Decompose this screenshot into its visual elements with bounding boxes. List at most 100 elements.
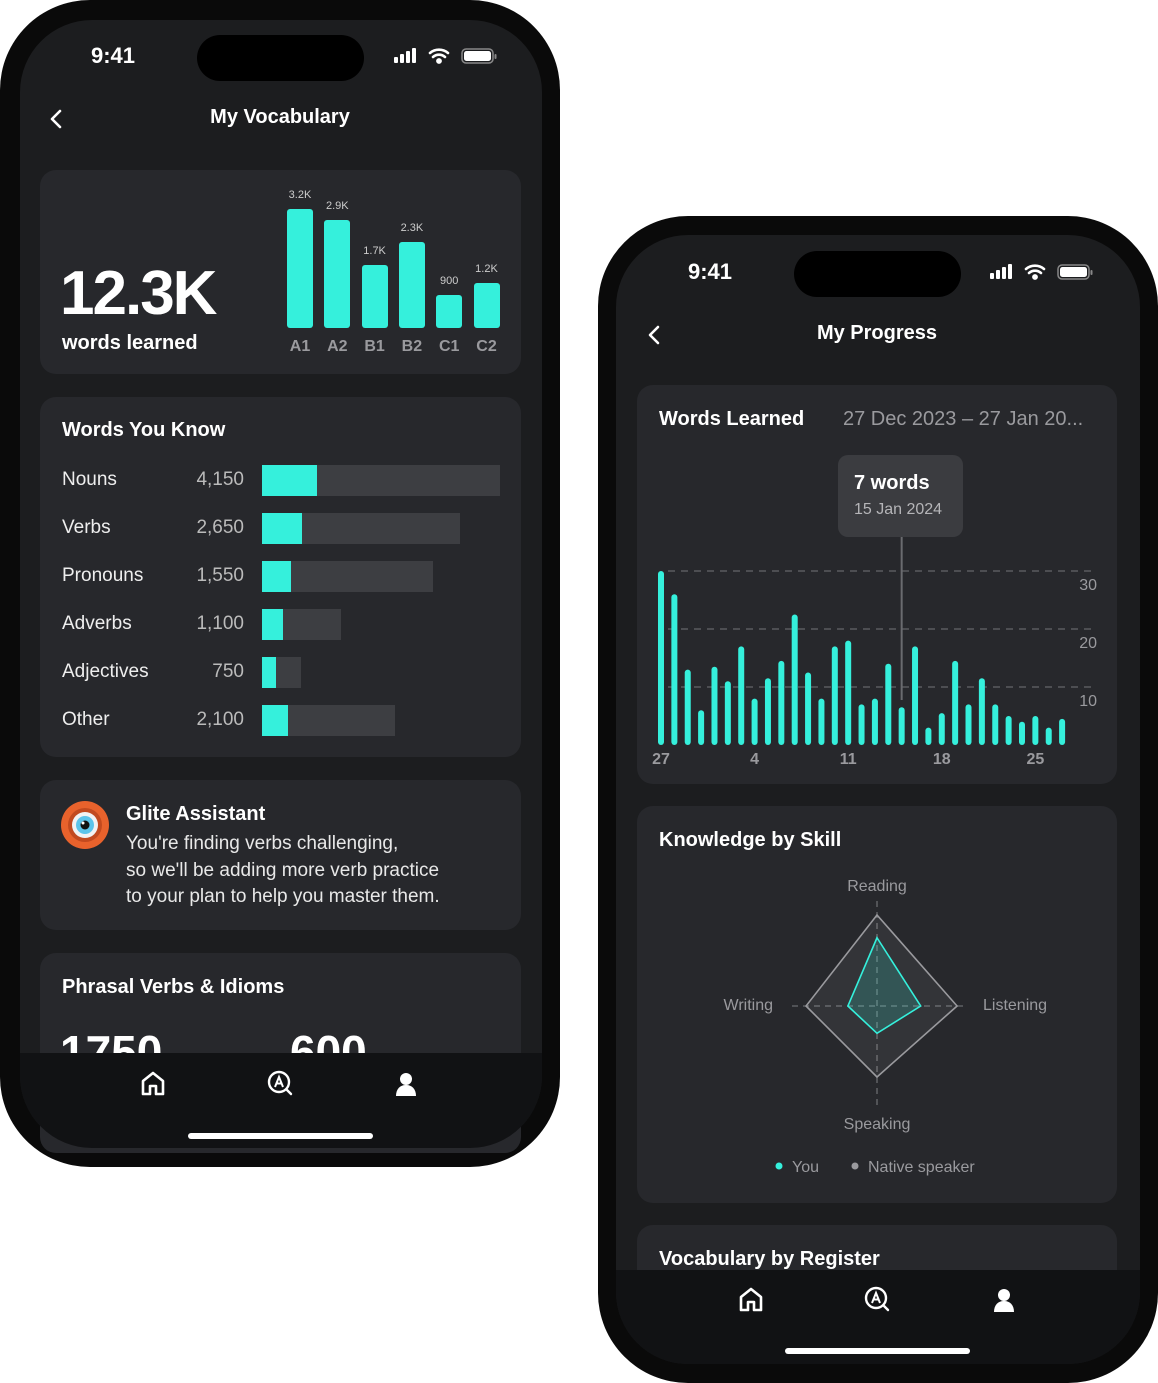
daily-bar[interactable] — [658, 571, 664, 745]
word-type-count: 1,550 — [196, 565, 244, 586]
daily-bar[interactable] — [778, 660, 785, 745]
status-time: 9:41 — [90, 43, 136, 68]
daily-bar[interactable] — [898, 707, 905, 745]
daily-bar[interactable] — [1059, 718, 1066, 745]
word-type-track — [262, 561, 434, 592]
search-letter-icon[interactable] — [266, 1070, 294, 1098]
level-bar-label: 1.7K — [363, 244, 386, 257]
chevron-left-icon[interactable] — [646, 324, 664, 346]
daily-bar[interactable] — [711, 666, 718, 745]
word-type-label: Adjectives — [62, 661, 149, 682]
status-time: 9:41 — [687, 259, 733, 284]
level-bar — [473, 283, 500, 328]
daily-bar[interactable] — [751, 698, 758, 745]
daily-bar[interactable] — [698, 710, 705, 745]
daily-bar[interactable] — [1045, 727, 1052, 745]
card-title: Vocabulary by Register — [659, 1248, 880, 1270]
page-title: My Vocabulary — [210, 106, 350, 128]
home-icon[interactable] — [737, 1286, 765, 1314]
word-type-label: Nouns — [62, 469, 117, 490]
legend-dot — [775, 1162, 783, 1170]
daily-bar[interactable] — [858, 704, 865, 745]
search-letter-icon[interactable] — [863, 1286, 891, 1314]
words-you-know-card: Words You Know Nouns 4,150 Verbs 2,650 Prono… — [40, 397, 521, 757]
radar-axis-label: Listening — [983, 997, 1047, 1014]
chevron-left-icon[interactable] — [48, 108, 66, 130]
message-line: You're finding verbs challenging, — [126, 833, 399, 854]
word-type-track — [262, 657, 302, 688]
wifi-icon — [1024, 264, 1046, 280]
level-bar — [398, 242, 425, 328]
word-type-fill — [262, 609, 284, 640]
battery-icon — [1057, 264, 1093, 280]
daily-bar[interactable] — [925, 727, 932, 745]
word-type-track — [262, 609, 341, 640]
battery-icon — [461, 48, 497, 64]
daily-bar[interactable] — [831, 646, 838, 745]
word-type-count: 2,100 — [196, 709, 244, 730]
level-bar-label: 2.9K — [325, 200, 349, 213]
daily-bar[interactable] — [805, 672, 812, 746]
home-indicator — [785, 1348, 970, 1354]
x-tick-label: 25 — [1026, 751, 1044, 768]
word-type-track — [262, 705, 396, 736]
word-type-row: Other 2,100 — [40, 705, 520, 737]
daily-bar[interactable] — [938, 713, 945, 745]
cellular-signal-icon — [394, 48, 416, 63]
tooltip-value: 7 words — [854, 472, 930, 494]
daily-bar[interactable] — [671, 594, 678, 745]
card-title: Phrasal Verbs & Idioms — [62, 976, 285, 998]
message-line: to your plan to help you master them. — [126, 886, 440, 907]
word-type-label: Adverbs — [62, 613, 132, 634]
daily-bar[interactable] — [791, 614, 798, 746]
dynamic-island — [794, 251, 961, 297]
assistant-message: You're finding verbs challenging, so we'… — [126, 831, 440, 911]
profile-icon[interactable] — [990, 1286, 1018, 1314]
word-type-fill — [262, 561, 291, 592]
level-bar-label: 900 — [440, 274, 459, 287]
daily-bar[interactable] — [992, 704, 999, 745]
word-type-row: Nouns 4,150 — [40, 465, 520, 497]
daily-bar[interactable] — [912, 646, 919, 745]
word-type-row: Adverbs 1,100 — [40, 609, 520, 641]
daily-bar[interactable] — [764, 678, 771, 745]
word-type-track — [262, 465, 500, 496]
home-indicator — [188, 1133, 373, 1139]
level-bar — [324, 220, 351, 328]
date-range[interactable]: 27 Dec 2023 – 27 Jan 20... — [843, 408, 1083, 431]
daily-bar[interactable] — [952, 660, 959, 745]
word-type-count: 2,650 — [196, 517, 244, 538]
daily-bar[interactable] — [885, 663, 892, 745]
profile-icon[interactable] — [392, 1070, 420, 1098]
daily-bar[interactable] — [871, 698, 878, 745]
daily-bar[interactable] — [1005, 716, 1012, 745]
word-type-count: 750 — [212, 661, 244, 682]
daily-bar[interactable] — [845, 640, 852, 745]
word-type-row: Pronouns 1,550 — [40, 561, 520, 593]
y-tick-label: 30 — [1079, 577, 1097, 594]
daily-bar[interactable] — [818, 698, 825, 745]
daily-bar[interactable] — [738, 646, 745, 745]
word-type-label: Verbs — [62, 517, 111, 538]
word-type-row: Verbs 2,650 — [40, 513, 520, 545]
level-category: C2 — [476, 338, 497, 355]
legend-label: You — [792, 1159, 819, 1176]
level-bar — [287, 209, 313, 328]
daily-bar[interactable] — [1032, 716, 1039, 745]
chart-tooltip: 7 words 15 Jan 2024 — [838, 455, 963, 537]
daily-bar[interactable] — [724, 681, 731, 745]
daily-bar[interactable] — [978, 678, 985, 745]
assistant-name: Glite Assistant — [126, 803, 266, 825]
assistant-card: Glite Assistant You're finding verbs cha… — [40, 780, 521, 930]
daily-bar[interactable] — [965, 704, 972, 745]
status-icons — [394, 48, 497, 64]
daily-bar[interactable] — [684, 669, 691, 745]
radar-axis-label: Reading — [847, 878, 907, 895]
daily-bar[interactable] — [1018, 721, 1025, 745]
home-icon[interactable] — [139, 1070, 167, 1098]
legend-label: Native speaker — [868, 1159, 975, 1176]
x-tick-label: 27 — [652, 751, 670, 768]
word-type-row: Adjectives 750 — [40, 657, 520, 689]
level-bar-label: 2.3K — [400, 222, 424, 235]
dynamic-island — [197, 35, 364, 81]
